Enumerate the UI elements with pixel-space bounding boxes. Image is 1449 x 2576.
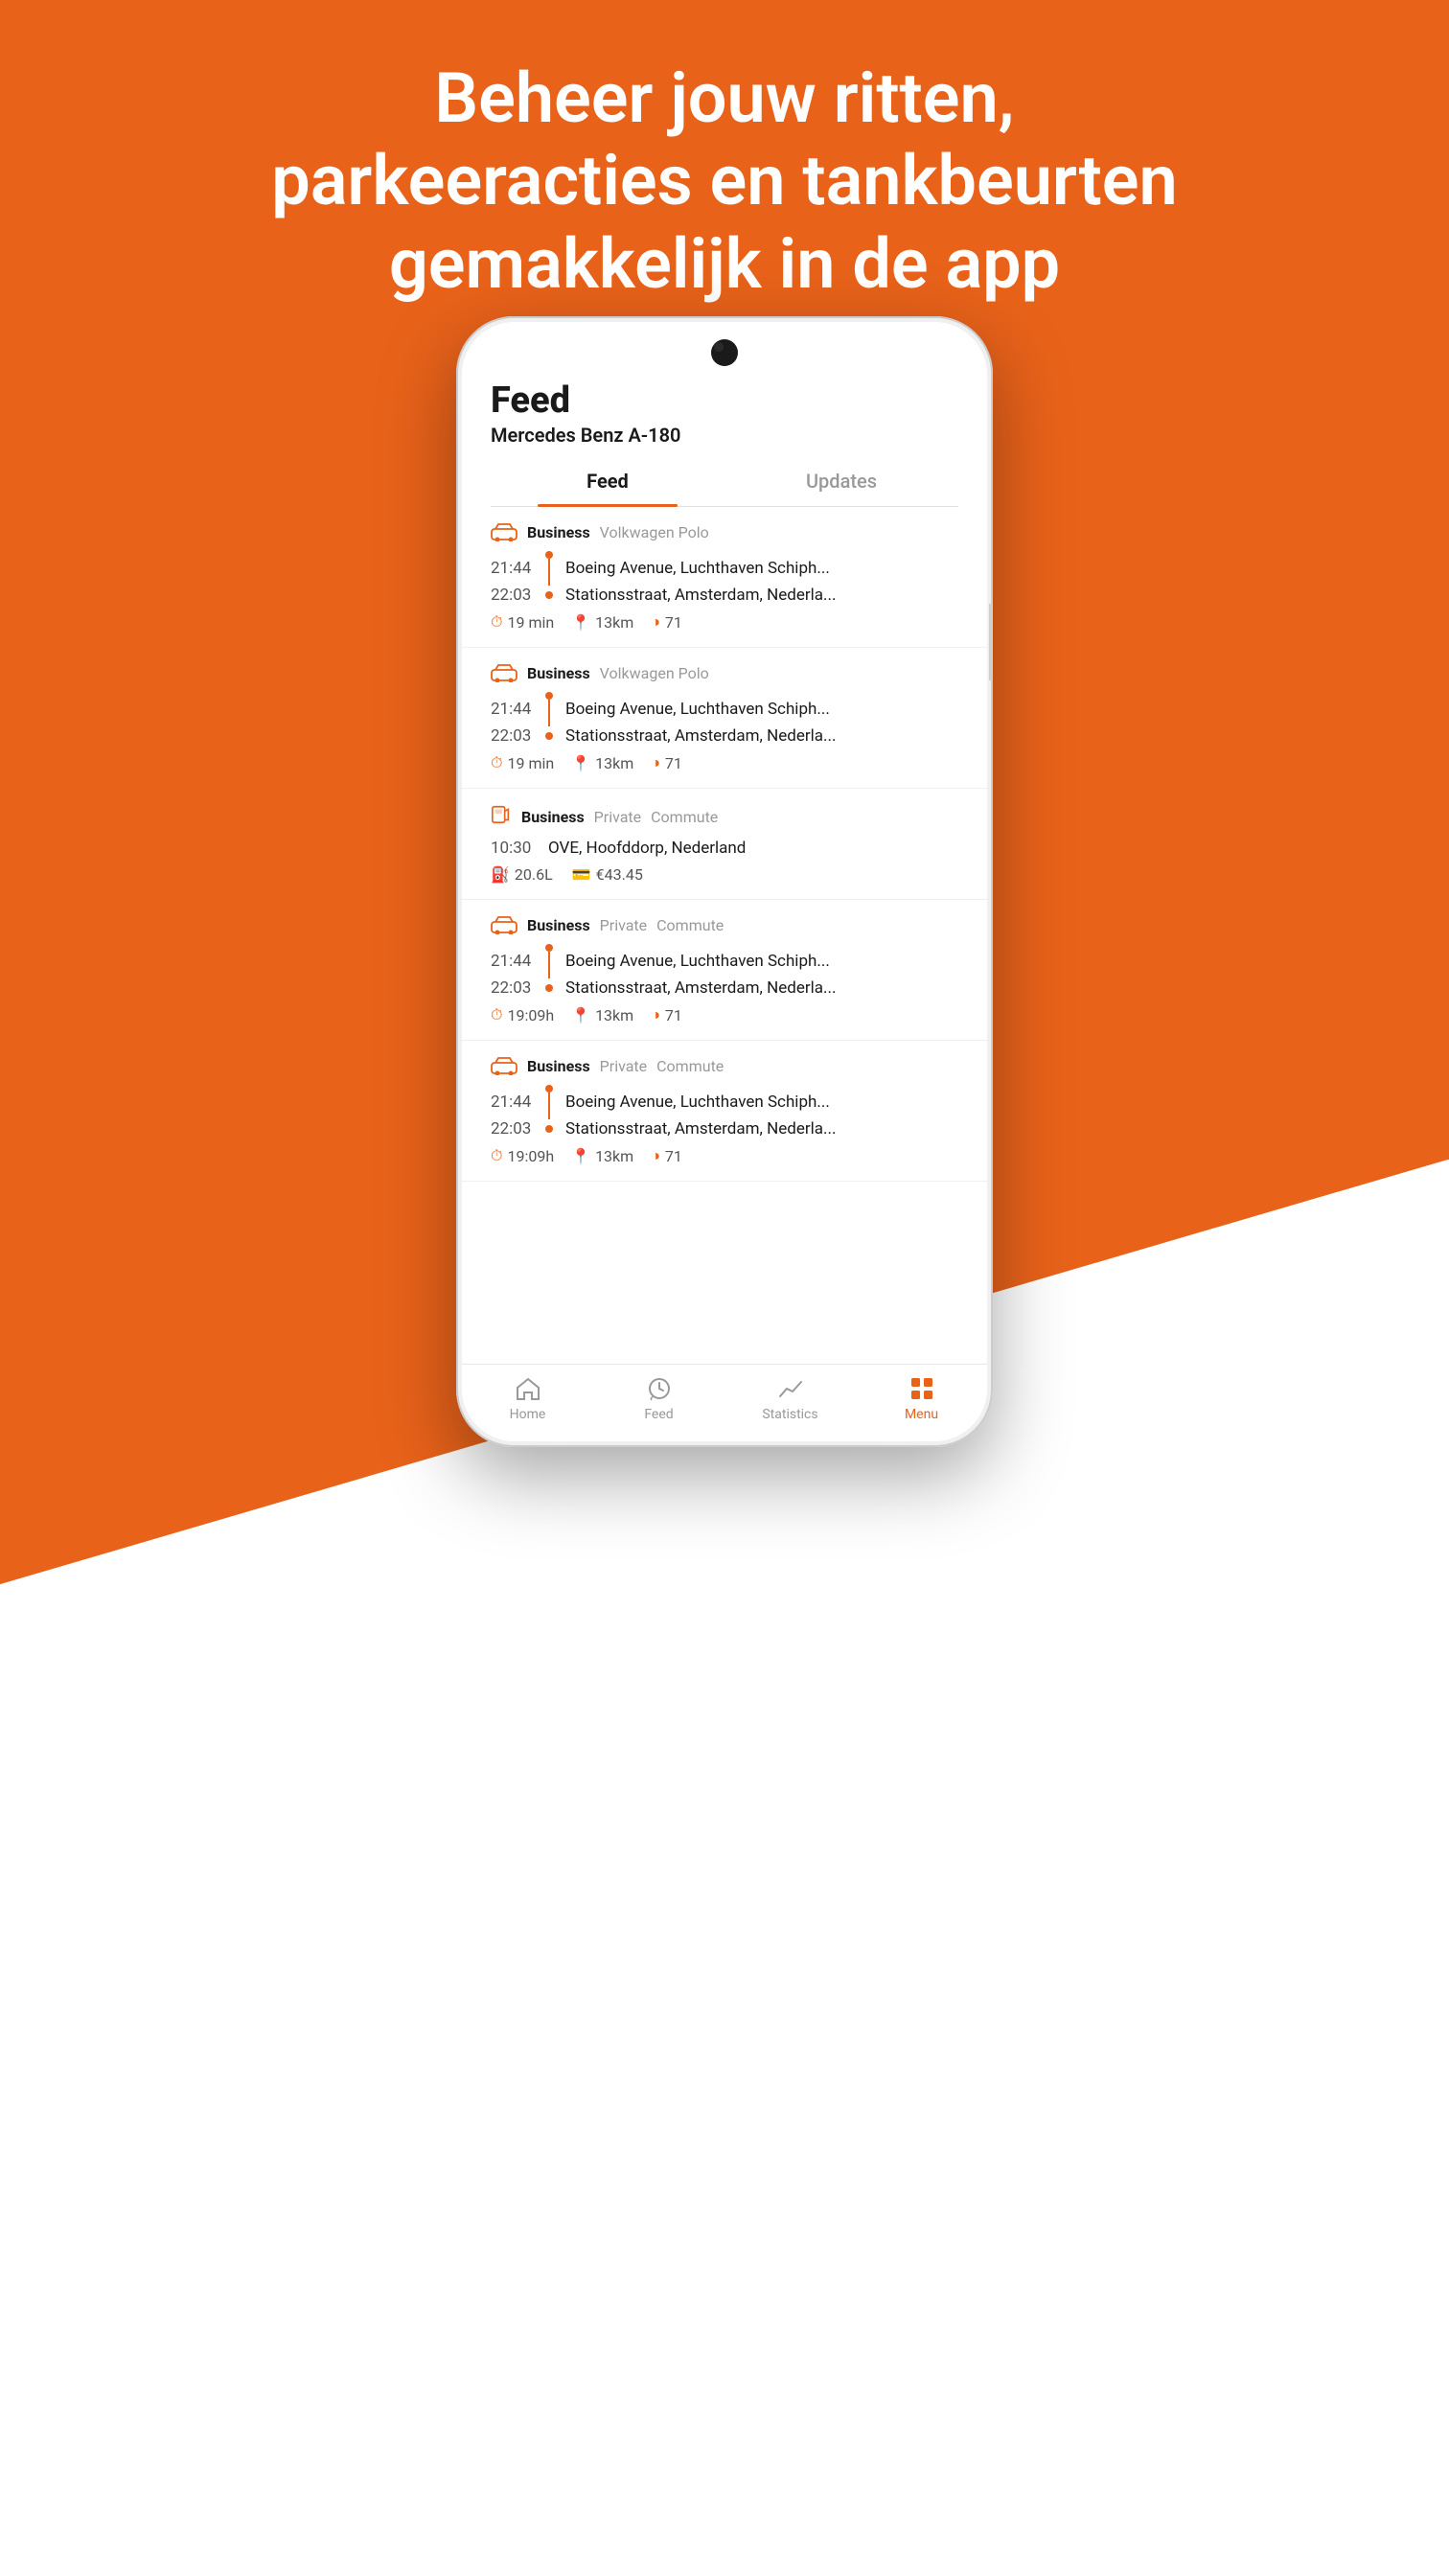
address-end-1: Stationsstraat, Amsterdam, Nederla... <box>565 586 958 605</box>
location-icon-1: 📍 <box>571 613 590 632</box>
car-icon-1 <box>491 522 518 541</box>
tabs-container: Feed Updates <box>491 456 958 507</box>
tagline-line1: Beheer jouw ritten, <box>434 58 1014 139</box>
stats-row-1: ⏱ 19 min 📍 13km ◑ 71 <box>491 612 958 632</box>
feed-item-5[interactable]: Business Private Commute 21:44 Boeing Av… <box>462 1041 987 1182</box>
phone-inner: Feed Mercedes Benz A-180 Feed Updates <box>462 322 987 1441</box>
tab-feed[interactable]: Feed <box>491 456 724 506</box>
score-stat-1: ◑ 71 <box>651 612 682 632</box>
app-subtitle: Mercedes Benz A-180 <box>491 424 958 447</box>
feed-item-4[interactable]: Business Private Commute 21:44 Boeing Av… <box>462 900 987 1041</box>
car-icon-2 <box>491 663 518 682</box>
phone-mockup: Feed Mercedes Benz A-180 Feed Updates <box>456 316 993 1447</box>
bottom-nav: Home Feed <box>462 1364 987 1441</box>
clock-icon-1: ⏱ <box>491 612 502 632</box>
phone-side-button <box>989 604 993 680</box>
line-1 <box>548 559 550 586</box>
score-value-1: 71 <box>665 613 682 632</box>
feed-item-1-header: Business Volkwagen Polo <box>491 522 958 541</box>
app-title: Feed <box>491 380 958 422</box>
tag-private-4: Private <box>600 916 647 934</box>
time-start-1: 21:44 <box>491 559 540 578</box>
feed-item-5-header: Business Private Commute <box>491 1056 958 1075</box>
route-line-end-1 <box>540 591 558 599</box>
time-end-1: 22:03 <box>491 586 540 605</box>
duration-stat-1: ⏱ 19 min <box>491 612 554 632</box>
distance-stat-1: 📍 13km <box>571 613 633 632</box>
tag-commute-5: Commute <box>656 1057 724 1075</box>
tag-car-1: Volkwagen Polo <box>600 523 709 541</box>
phone-camera <box>711 339 738 366</box>
tagline-line2: parkeeracties en tankbeurten <box>271 140 1178 221</box>
tag-business-5: Business <box>527 1057 590 1075</box>
feed-item-3-header: Business Private Commute <box>491 804 958 829</box>
nav-menu[interactable]: Menu <box>856 1374 987 1422</box>
feed-item-3[interactable]: Business Private Commute 10:30 OVE, Hoof… <box>462 789 987 900</box>
nav-feed-label: Feed <box>644 1407 673 1422</box>
nav-home[interactable]: Home <box>462 1374 593 1422</box>
fuel-icon-3 <box>491 804 512 829</box>
app-content: Feed Mercedes Benz A-180 Feed Updates <box>462 322 987 1441</box>
address-start-1: Boeing Avenue, Luchthaven Schiph... <box>565 559 958 578</box>
nav-menu-label: Menu <box>905 1407 938 1422</box>
route-top-1: 21:44 Boeing Avenue, Luchthaven Schiph..… <box>491 551 958 586</box>
fuel-liters: 20.6L <box>515 865 553 884</box>
car-icon-4 <box>491 915 518 934</box>
address-start-2: Boeing Avenue, Luchthaven Schiph... <box>565 700 958 719</box>
feed-item-4-header: Business Private Commute <box>491 915 958 934</box>
dot-end-1 <box>545 591 553 599</box>
tag-business-1: Business <box>527 523 590 541</box>
feed-item-1[interactable]: Business Volkwagen Polo 21:44 Boeing Ave… <box>462 507 987 648</box>
feed-list: Business Volkwagen Polo 21:44 Boeing Ave… <box>462 507 987 1364</box>
route-pair-1: 21:44 Boeing Avenue, Luchthaven Schiph..… <box>491 551 958 605</box>
grid-icon <box>908 1374 936 1403</box>
fuel-card-icon: 💳 <box>572 865 591 884</box>
tag-business-4: Business <box>527 916 590 934</box>
feed-item-2[interactable]: Business Volkwagen Polo 21:44 Boeing Ave… <box>462 648 987 789</box>
tag-business-2: Business <box>527 664 590 682</box>
nav-statistics[interactable]: Statistics <box>724 1374 856 1422</box>
fuel-stats-3: ⛽ 20.6L 💳 €43.45 <box>491 865 958 884</box>
route-bottom-1: 22:03 Stationsstraat, Amsterdam, Nederla… <box>491 586 958 605</box>
nav-home-label: Home <box>510 1407 546 1422</box>
stats-row-2: ⏱ 19 min 📍 13km ◑ 71 <box>491 753 958 772</box>
duration-value-1: 19 min <box>507 613 554 632</box>
fuel-time-3: 10:30 <box>491 839 540 858</box>
fuel-address-3: OVE, Hoofddorp, Nederland <box>548 839 746 858</box>
address-end-2: Stationsstraat, Amsterdam, Nederla... <box>565 726 958 746</box>
tag-business-3: Business <box>521 808 585 826</box>
nav-feed[interactable]: Feed <box>593 1374 724 1422</box>
tag-private-3: Private <box>594 808 641 826</box>
tag-commute-3: Commute <box>651 808 718 826</box>
time-end-2: 22:03 <box>491 726 540 746</box>
car-icon-5 <box>491 1056 518 1075</box>
home-icon <box>514 1374 542 1403</box>
tab-updates[interactable]: Updates <box>724 456 958 506</box>
score-icon-1: ◑ <box>651 612 660 632</box>
tag-private-5: Private <box>600 1057 647 1075</box>
chart-icon <box>776 1374 805 1403</box>
fuel-cost: €43.45 <box>596 865 643 884</box>
feed-item-2-header: Business Volkwagen Polo <box>491 663 958 682</box>
nav-statistics-label: Statistics <box>762 1407 817 1422</box>
time-start-2: 21:44 <box>491 700 540 719</box>
tagline-line3: gemakkelijk in de app <box>389 223 1060 305</box>
fuel-pump-icon: ⛽ <box>491 865 510 884</box>
tag-car-2: Volkwagen Polo <box>600 664 709 682</box>
clock-icon <box>645 1374 674 1403</box>
distance-value-1: 13km <box>595 613 633 632</box>
tag-commute-4: Commute <box>656 916 724 934</box>
dot-start-1 <box>545 551 553 559</box>
route-line-1 <box>540 551 558 586</box>
route-pair-2: 21:44 Boeing Avenue, Luchthaven Schiph..… <box>491 692 958 746</box>
tagline: Beheer jouw ritten, parkeeracties en tan… <box>0 58 1449 306</box>
